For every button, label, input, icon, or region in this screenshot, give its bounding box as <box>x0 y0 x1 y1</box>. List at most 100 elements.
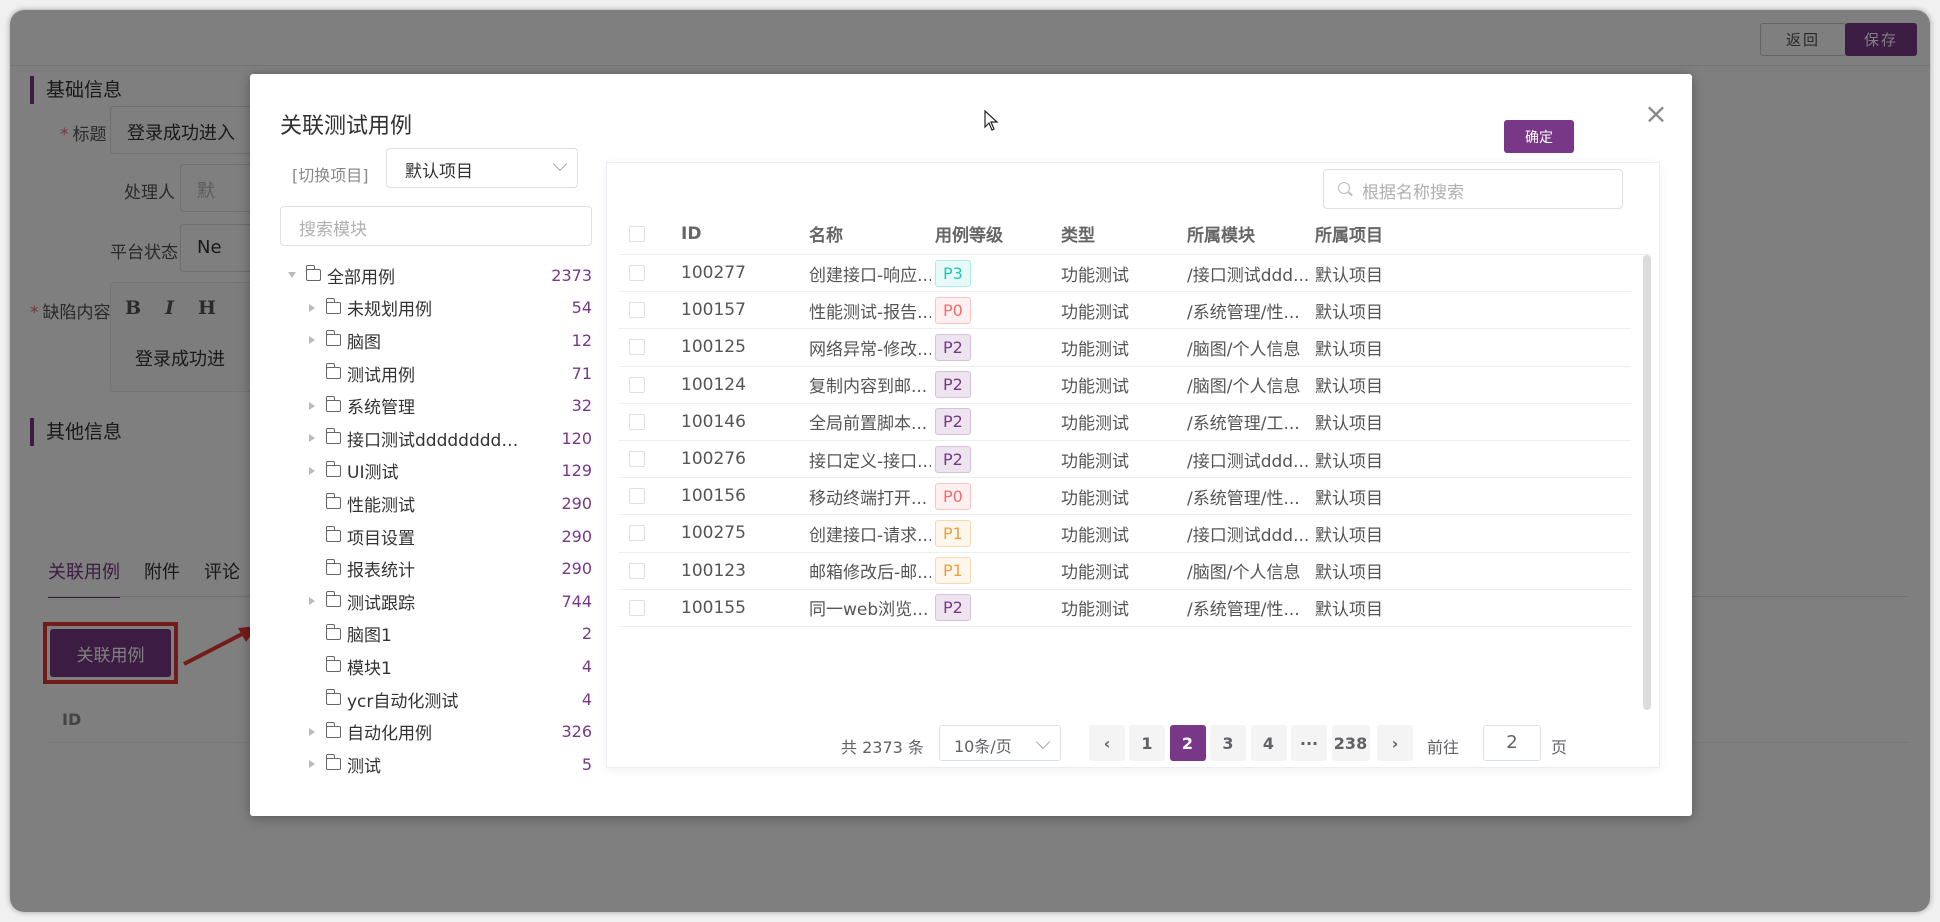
cell-module: /系统管理/性... <box>1187 488 1300 509</box>
row-checkbox[interactable] <box>629 404 645 440</box>
caret-right-icon[interactable] <box>306 302 318 314</box>
tree-node[interactable]: 测试用例 71 <box>280 357 592 390</box>
table-row[interactable]: 100124 复制内容到邮... P2 功能测试/脑图/个人信息 默认项目 <box>619 367 1631 404</box>
project-select[interactable]: 默认项目 <box>386 148 578 188</box>
switch-project-link[interactable]: [切换项目] <box>292 162 369 186</box>
table-header: ID 名称 用例等级 类型 所属模块 所属项目 <box>619 213 1651 255</box>
level-badge: P2 <box>935 445 971 473</box>
col-name[interactable]: 名称 <box>809 213 843 254</box>
col-id[interactable]: ID <box>681 213 701 254</box>
tree-node-label: 模块1 <box>347 658 392 679</box>
cell-name: 网络异常-修改... <box>809 339 931 360</box>
caret-right-icon[interactable] <box>306 432 318 444</box>
folder-icon <box>325 330 341 347</box>
tree-node-count: 32 <box>571 396 592 416</box>
page-size-select[interactable]: 10条/页 <box>939 725 1061 761</box>
tree-node[interactable]: 模块1 4 <box>280 650 592 683</box>
cell-level: P3 <box>935 255 971 291</box>
table-row[interactable]: 100146 全局前置脚本... P2 功能测试/系统管理/工... 默认项目 <box>619 404 1631 441</box>
cell-name: 创建接口-响应... <box>809 265 931 286</box>
table-row[interactable]: 100156 移动终端打开... P0 功能测试/系统管理/性... 默认项目 <box>619 478 1631 516</box>
pagination: 共 2373 条 10条/页 ‹ 1 2 3 4 ··· 238 › 前往 2 页 <box>607 721 1661 765</box>
table-row[interactable]: 100155 同一web浏览... P2 功能测试/系统管理/性... 默认项目 <box>619 590 1631 627</box>
tree-node-label: 项目设置 <box>347 528 415 549</box>
caret-right-icon[interactable] <box>306 465 318 477</box>
col-level[interactable]: 用例等级 <box>935 213 1003 254</box>
caret-down-icon[interactable] <box>286 269 298 281</box>
tree-node[interactable]: 测试 5 <box>280 748 592 781</box>
tree-node[interactable]: 全部用例 2373 <box>280 259 592 292</box>
tree-node[interactable]: ycr自动化测试 4 <box>280 683 592 716</box>
tree-node[interactable]: 脑图12 <box>280 618 592 651</box>
more-pages-button[interactable]: ··· <box>1291 725 1327 761</box>
cell-id: 100124 <box>681 374 746 395</box>
caret-right-icon[interactable] <box>306 400 318 412</box>
table-row[interactable]: 100277 创建接口-响应... P3 功能测试/接口测试ddd... 默认项目 <box>619 255 1631 293</box>
table-row[interactable]: 100123 邮箱修改后-邮... P1 功能测试/脑图/个人信息 默认项目 <box>619 553 1631 590</box>
cell-type: 功能测试 <box>1061 451 1129 472</box>
prev-page-button[interactable]: ‹ <box>1089 725 1125 761</box>
tree-node[interactable]: 自动化用例 326 <box>280 715 592 748</box>
row-checkbox[interactable] <box>629 329 645 365</box>
caret-right-icon[interactable] <box>306 595 318 607</box>
row-checkbox[interactable] <box>629 367 645 403</box>
cell-level: P2 <box>935 329 971 365</box>
tree-node[interactable]: 脑图12 <box>280 324 592 357</box>
tree-node[interactable]: 测试跟踪 744 <box>280 585 592 618</box>
next-page-button[interactable]: › <box>1377 725 1413 761</box>
caret-right-icon[interactable] <box>306 758 318 770</box>
tree-node[interactable]: 未规划用例 54 <box>280 292 592 325</box>
cell-id: 100125 <box>681 337 746 358</box>
table-row[interactable]: 100157 性能测试-报告... P0 功能测试/系统管理/性... 默认项目 <box>619 292 1631 330</box>
tree-node-count: 71 <box>571 363 592 383</box>
caret-right-icon[interactable] <box>306 726 318 738</box>
tree-node-label: 脑图 <box>347 332 381 353</box>
tree-node[interactable]: 项目设置 290 <box>280 520 592 553</box>
page-button[interactable]: 4 <box>1250 725 1287 761</box>
col-module[interactable]: 所属模块 <box>1187 213 1255 254</box>
page-button[interactable]: 238 <box>1331 725 1370 761</box>
cell-level: P0 <box>935 292 971 328</box>
cell-module: /系统管理/性... <box>1187 302 1300 323</box>
table-scrollbar[interactable] <box>1643 255 1651 710</box>
page-suffix: 页 <box>1551 738 1568 757</box>
tree-node[interactable]: 接口测试dddddddddd... 120 <box>280 422 592 455</box>
name-search-input[interactable]: 根据名称搜索 <box>1323 169 1623 209</box>
confirm-button[interactable]: 确定 <box>1504 120 1574 153</box>
tree-node[interactable]: 报表统计 290 <box>280 552 592 585</box>
module-search-input[interactable]: 搜索模块 <box>280 206 592 246</box>
module-tree: 全部用例 2373 未规划用例 54 脑图 12 测试用例 71 系统管理 32 接口测试ddddd… <box>280 259 592 781</box>
tree-node[interactable]: 性能测试 290 <box>280 487 592 520</box>
page-button[interactable]: 1 <box>1129 725 1165 761</box>
table-row[interactable]: 100125 网络异常-修改... P2 功能测试/脑图/个人信息 默认项目 <box>619 329 1631 367</box>
table-row[interactable]: 100275 创建接口-请求... P1 功能测试/接口测试ddd... 默认项目 <box>619 515 1631 553</box>
row-checkbox[interactable] <box>629 255 645 291</box>
tree-node[interactable]: UI测试 129 <box>280 455 592 488</box>
cell-id: 100157 <box>681 300 746 321</box>
row-checkbox[interactable] <box>629 553 645 589</box>
tree-node[interactable]: 系统管理 32 <box>280 389 592 422</box>
close-icon[interactable]: × <box>1644 100 1668 128</box>
row-checkbox[interactable] <box>629 292 645 328</box>
row-checkbox[interactable] <box>629 441 645 477</box>
col-project[interactable]: 所属项目 <box>1315 213 1383 254</box>
folder-icon <box>325 428 341 445</box>
cell-project: 默认项目 <box>1315 451 1383 472</box>
tree-node-count: 326 <box>561 722 592 742</box>
cell-name: 接口定义-接口... <box>809 451 931 472</box>
page-button[interactable]: 2 <box>1169 725 1206 761</box>
col-type[interactable]: 类型 <box>1061 213 1095 254</box>
tree-node-label: 性能测试 <box>347 495 415 516</box>
row-checkbox[interactable] <box>629 590 645 626</box>
select-all-checkbox[interactable] <box>629 213 645 254</box>
cell-id: 100276 <box>681 449 746 470</box>
caret-right-icon[interactable] <box>306 334 318 346</box>
row-checkbox[interactable] <box>629 515 645 551</box>
row-checkbox[interactable] <box>629 478 645 514</box>
table-row[interactable]: 100276 接口定义-接口... P2 功能测试/接口测试ddd... 默认项目 <box>619 441 1631 479</box>
page-button[interactable]: 3 <box>1210 725 1246 761</box>
goto-page-input[interactable]: 2 <box>1483 725 1541 761</box>
